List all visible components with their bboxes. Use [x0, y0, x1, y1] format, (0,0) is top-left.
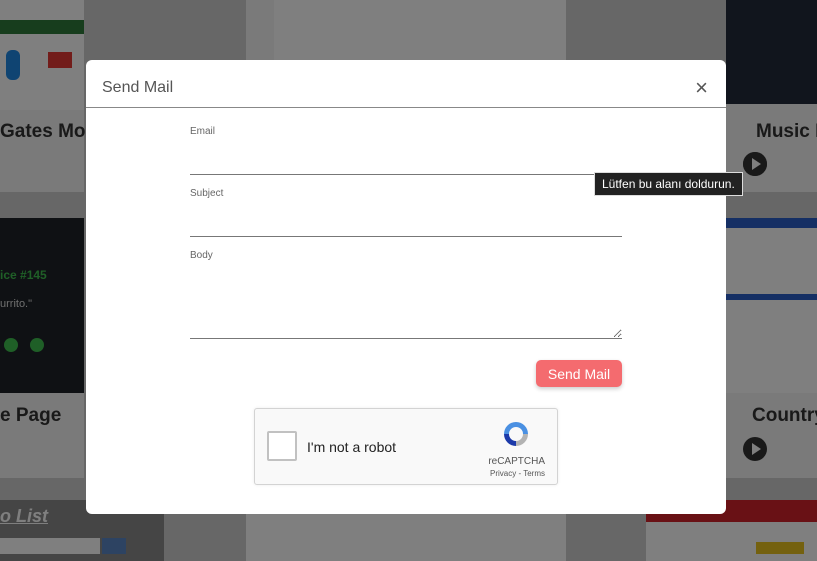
recaptcha-widget: I'm not a robot reCAPTCHA Privacy - Term…	[254, 408, 558, 485]
header-divider	[86, 107, 726, 108]
recaptcha-label: I'm not a robot	[307, 439, 397, 455]
email-label: Email	[190, 126, 216, 137]
email-field[interactable]	[190, 152, 622, 175]
recaptcha-terms[interactable]: Privacy - Terms	[490, 469, 545, 478]
subject-label: Subject	[190, 188, 224, 199]
send-mail-button[interactable]: Send Mail	[536, 360, 622, 387]
body-label: Body	[190, 250, 213, 261]
close-icon[interactable]: ×	[695, 77, 708, 99]
recaptcha-checkbox[interactable]	[267, 431, 297, 461]
modal-title: Send Mail	[102, 79, 174, 96]
recaptcha-logo-icon	[504, 422, 528, 446]
subject-field[interactable]	[190, 214, 622, 237]
recaptcha-brand: reCAPTCHA	[488, 456, 545, 467]
validation-tooltip: Lütfen bu alanı doldurun.	[594, 172, 743, 196]
send-mail-modal: Send Mail × Email Subject Body Send Mail…	[86, 60, 726, 514]
body-field[interactable]	[190, 268, 622, 339]
